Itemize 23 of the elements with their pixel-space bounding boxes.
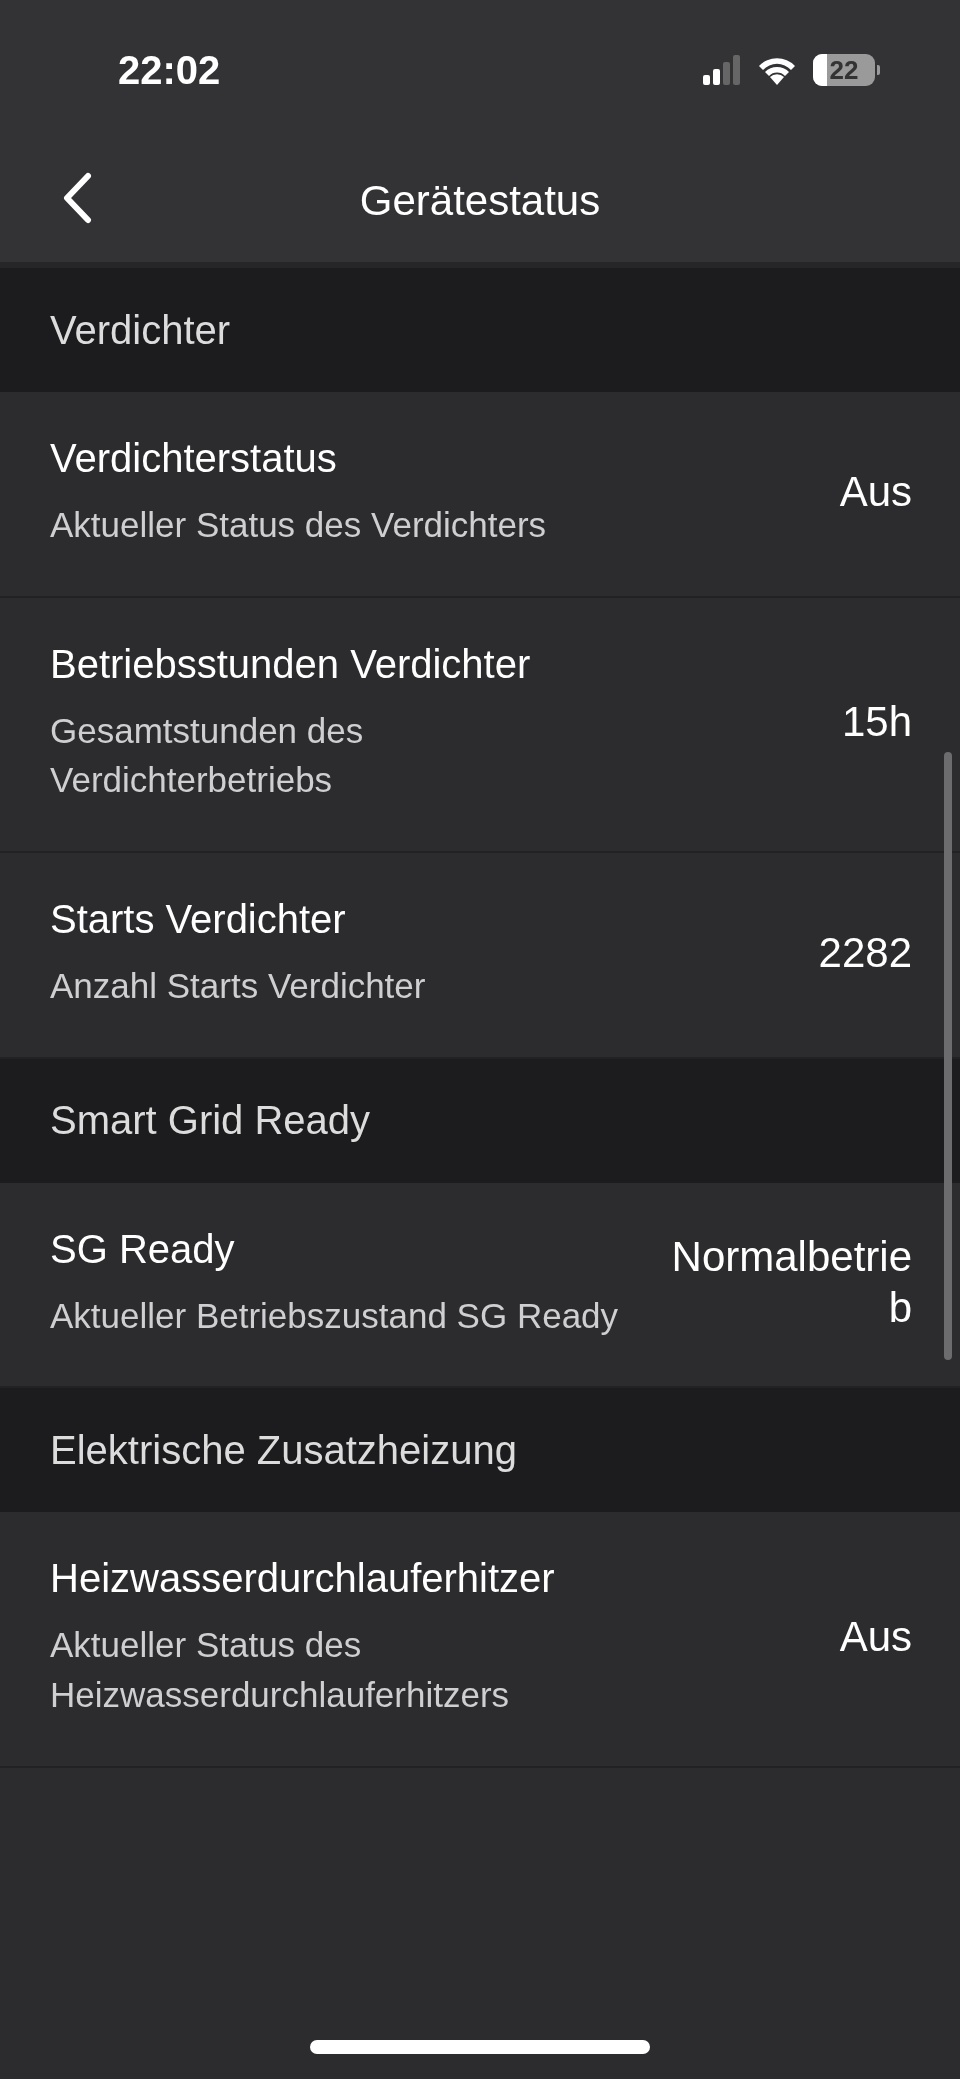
status-time: 22:02	[118, 47, 221, 93]
row-description: Aktueller Status des Heizwasserdurchlauferhitzers	[50, 1624, 511, 1717]
row-title: Verdichterstatus	[50, 435, 338, 482]
row-title: Heizwasserdurchlauferhitzer	[50, 1555, 556, 1603]
row-value: 2282	[817, 927, 912, 978]
section-header: Smart Grid Ready	[0, 1058, 960, 1183]
row-title: SG Ready	[50, 1225, 236, 1273]
section-header: Verdichter	[0, 268, 960, 392]
row-value: Aus	[838, 466, 912, 517]
section-header: Elektrische Zusatzheizung	[0, 1388, 960, 1513]
row-value: 15h	[840, 697, 912, 748]
back-button[interactable]	[62, 172, 92, 224]
row-description: Aktueller Betriebszustand SG Ready	[50, 1294, 620, 1337]
row-description: Gesamtstunden des Verdichterbetriebs	[50, 709, 365, 802]
row-title: Starts Verdichter	[50, 896, 347, 944]
row-description: Aktueller Status des Verdichters	[50, 504, 548, 546]
signal-icon	[703, 55, 741, 85]
page-title: Gerätestatus	[359, 177, 601, 225]
row-description: Anzahl Starts Verdichter	[50, 965, 427, 1008]
wifi-icon	[757, 55, 797, 85]
row-value: Normalbetrieb	[670, 1232, 912, 1333]
row-value: Aus	[838, 1611, 912, 1662]
row-title: Betriebsstunden Verdichter	[50, 640, 532, 688]
